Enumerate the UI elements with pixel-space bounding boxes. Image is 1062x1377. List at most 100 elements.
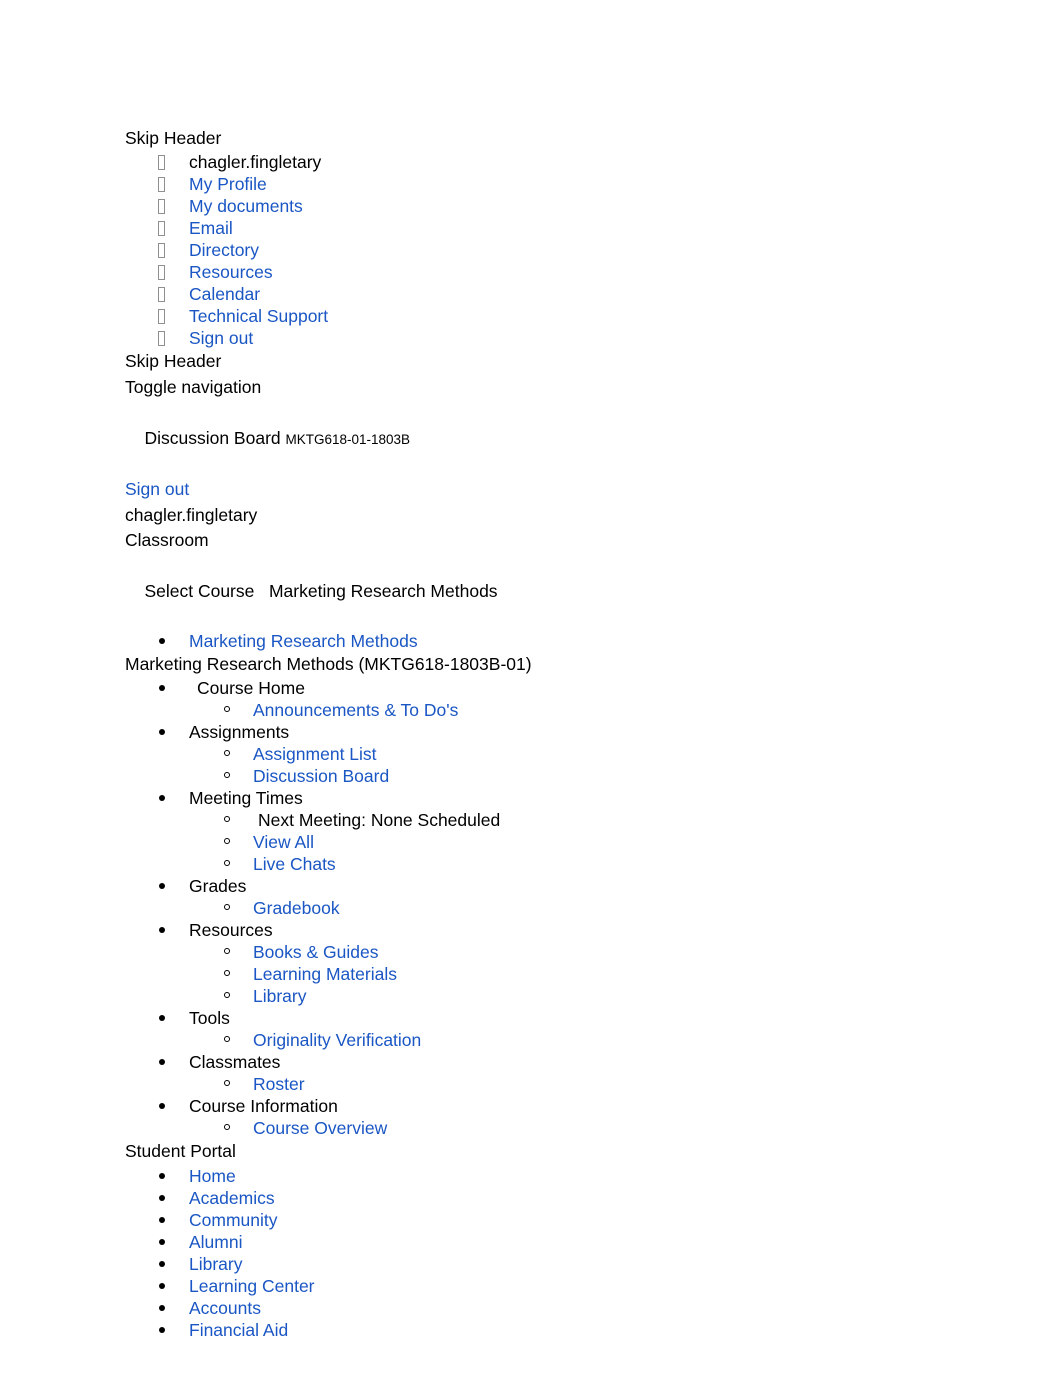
- user-menu-item[interactable]: Directory: [125, 239, 1062, 261]
- user-menu-item[interactable]: Calendar: [125, 283, 1062, 305]
- filled-bullet-icon: [159, 1238, 165, 1245]
- user-menu-item[interactable]: Resources: [125, 261, 1062, 283]
- course-nav-item[interactable]: Books & Guides: [125, 941, 1062, 963]
- user-menu-item-label[interactable]: My documents: [189, 196, 303, 216]
- discussion-board-title-row: Discussion Board MKTG618-01-1803B: [125, 400, 1062, 477]
- course-option[interactable]: Marketing Research Methods: [125, 630, 1062, 652]
- course-nav-item-label[interactable]: Books & Guides: [253, 942, 378, 962]
- course-nav-section-label: Tools: [189, 1008, 230, 1029]
- hollow-bullet-icon: [224, 1080, 230, 1087]
- course-nav-sublist: Next Meeting: None Scheduled View All Live…: [125, 809, 1062, 875]
- student-portal-item-label[interactable]: Financial Aid: [189, 1320, 288, 1340]
- toggle-navigation-label[interactable]: Toggle navigation: [125, 375, 1062, 400]
- course-option-label[interactable]: Marketing Research Methods: [189, 631, 418, 651]
- user-menu-item-label[interactable]: Resources: [189, 262, 273, 282]
- select-course-row[interactable]: Select Course Marketing Research Methods: [125, 554, 1062, 630]
- course-nav-section: Assignments: [125, 721, 1062, 743]
- tofu-box-icon: [158, 199, 165, 215]
- hollow-bullet-icon: [224, 1124, 230, 1131]
- course-nav-item-label[interactable]: Learning Materials: [253, 964, 397, 984]
- student-portal-item-label[interactable]: Alumni: [189, 1232, 243, 1252]
- student-portal-heading: Student Portal: [125, 1141, 236, 1162]
- user-menu-item[interactable]: Technical Support: [125, 305, 1062, 327]
- course-nav-item-label: Next Meeting: None Scheduled: [258, 810, 501, 831]
- course-nav-item-label[interactable]: Course Overview: [253, 1118, 387, 1138]
- user-menu-item-label[interactable]: My Profile: [189, 174, 267, 194]
- filled-bullet-icon: [159, 1172, 165, 1179]
- course-nav-item[interactable]: Originality Verification: [125, 1029, 1062, 1051]
- student-portal-item[interactable]: Academics: [125, 1187, 1062, 1209]
- course-nav-section: Tools: [125, 1007, 1062, 1029]
- student-portal-item[interactable]: Home: [125, 1165, 1062, 1187]
- course-nav-item[interactable]: Assignment List: [125, 743, 1062, 765]
- hollow-bullet-icon: [224, 772, 230, 779]
- course-nav-section-label: Assignments: [189, 722, 290, 743]
- student-portal-item[interactable]: Accounts: [125, 1297, 1062, 1319]
- tofu-box-icon: [158, 155, 165, 171]
- course-nav-item[interactable]: Gradebook: [125, 897, 1062, 919]
- course-nav-item-label[interactable]: Library: [253, 986, 307, 1006]
- tofu-box-icon: [158, 287, 165, 303]
- course-nav-item-label[interactable]: Originality Verification: [253, 1030, 421, 1050]
- course-nav-heading: Marketing Research Methods (MKTG618-1803…: [125, 653, 532, 674]
- student-portal-item[interactable]: Community: [125, 1209, 1062, 1231]
- global-user-menu: chagler.fingletary My Profile My documents…: [125, 151, 1062, 349]
- course-nav-section: Grades: [125, 875, 1062, 897]
- course-nav-item-label[interactable]: Roster: [253, 1074, 305, 1094]
- course-nav-item-label[interactable]: Discussion Board: [253, 766, 389, 786]
- course-nav-item[interactable]: Discussion Board: [125, 765, 1062, 787]
- hollow-bullet-icon: [224, 706, 230, 713]
- tofu-box-icon: [158, 331, 165, 347]
- skip-header-second: Skip Header: [125, 351, 222, 372]
- user-menu-item-label[interactable]: Technical Support: [189, 306, 328, 326]
- course-nav-sublist: Originality Verification: [125, 1029, 1062, 1051]
- student-portal-item-label[interactable]: Community: [189, 1210, 278, 1230]
- course-nav-sublist: Course Overview: [125, 1117, 1062, 1139]
- course-nav-item[interactable]: Library: [125, 985, 1062, 1007]
- course-nav-item-label[interactable]: Live Chats: [253, 854, 336, 874]
- student-portal-item-label[interactable]: Accounts: [189, 1298, 261, 1318]
- student-portal-item-label[interactable]: Home: [189, 1166, 236, 1186]
- page-title: Discussion Board: [144, 427, 281, 448]
- filled-bullet-icon: [159, 685, 165, 692]
- course-nav-item[interactable]: Course Overview: [125, 1117, 1062, 1139]
- course-nav-section-label: Course Information: [189, 1096, 338, 1117]
- tofu-box-icon: [158, 265, 165, 281]
- user-menu-item-label[interactable]: Email: [189, 218, 233, 238]
- course-nav-item[interactable]: Live Chats: [125, 853, 1062, 875]
- user-menu-item[interactable]: My documents: [125, 195, 1062, 217]
- course-nav-item[interactable]: Roster: [125, 1073, 1062, 1095]
- student-portal-item-label[interactable]: Academics: [189, 1188, 275, 1208]
- user-menu-item-label[interactable]: Directory: [189, 240, 259, 260]
- student-portal-item-label[interactable]: Learning Center: [189, 1276, 315, 1296]
- course-nav-sublist: Announcements & To Do's: [125, 699, 1062, 721]
- student-portal-item[interactable]: Alumni: [125, 1231, 1062, 1253]
- course-nav-item[interactable]: Learning Materials: [125, 963, 1062, 985]
- course-nav-section-label: Course Home: [197, 678, 305, 699]
- course-nav-sublist: Gradebook: [125, 897, 1062, 919]
- course-nav-item-label[interactable]: Gradebook: [253, 898, 340, 918]
- student-portal-list: Home Academics Community Alumni Library Learn…: [125, 1165, 1062, 1341]
- user-menu-item-label[interactable]: Calendar: [189, 284, 260, 304]
- sign-out-link[interactable]: Sign out: [125, 477, 1062, 502]
- student-portal-item[interactable]: Financial Aid: [125, 1319, 1062, 1341]
- hollow-bullet-icon: [224, 838, 230, 845]
- user-menu-item[interactable]: Sign out: [125, 327, 1062, 349]
- document-page: Skip Header chagler.fingletary My Profile…: [0, 0, 1062, 1377]
- course-nav-item-label[interactable]: View All: [253, 832, 314, 852]
- user-menu-item[interactable]: My Profile: [125, 173, 1062, 195]
- course-nav-item-label[interactable]: Announcements & To Do's: [253, 700, 458, 720]
- student-portal-item-label[interactable]: Library: [189, 1254, 243, 1274]
- course-nav-item[interactable]: View All: [125, 831, 1062, 853]
- course-nav-item[interactable]: Announcements & To Do's: [125, 699, 1062, 721]
- student-portal-item[interactable]: Learning Center: [125, 1275, 1062, 1297]
- user-menu-item-label[interactable]: Sign out: [189, 328, 253, 348]
- course-nav-sublist: Assignment List Discussion Board: [125, 743, 1062, 787]
- student-portal-item[interactable]: Library: [125, 1253, 1062, 1275]
- filled-bullet-icon: [159, 795, 165, 802]
- course-nav-item-label[interactable]: Assignment List: [253, 744, 377, 764]
- hollow-bullet-icon: [224, 992, 230, 999]
- user-menu-item[interactable]: Email: [125, 217, 1062, 239]
- hollow-bullet-icon: [224, 860, 230, 867]
- filled-bullet-icon: [159, 729, 165, 736]
